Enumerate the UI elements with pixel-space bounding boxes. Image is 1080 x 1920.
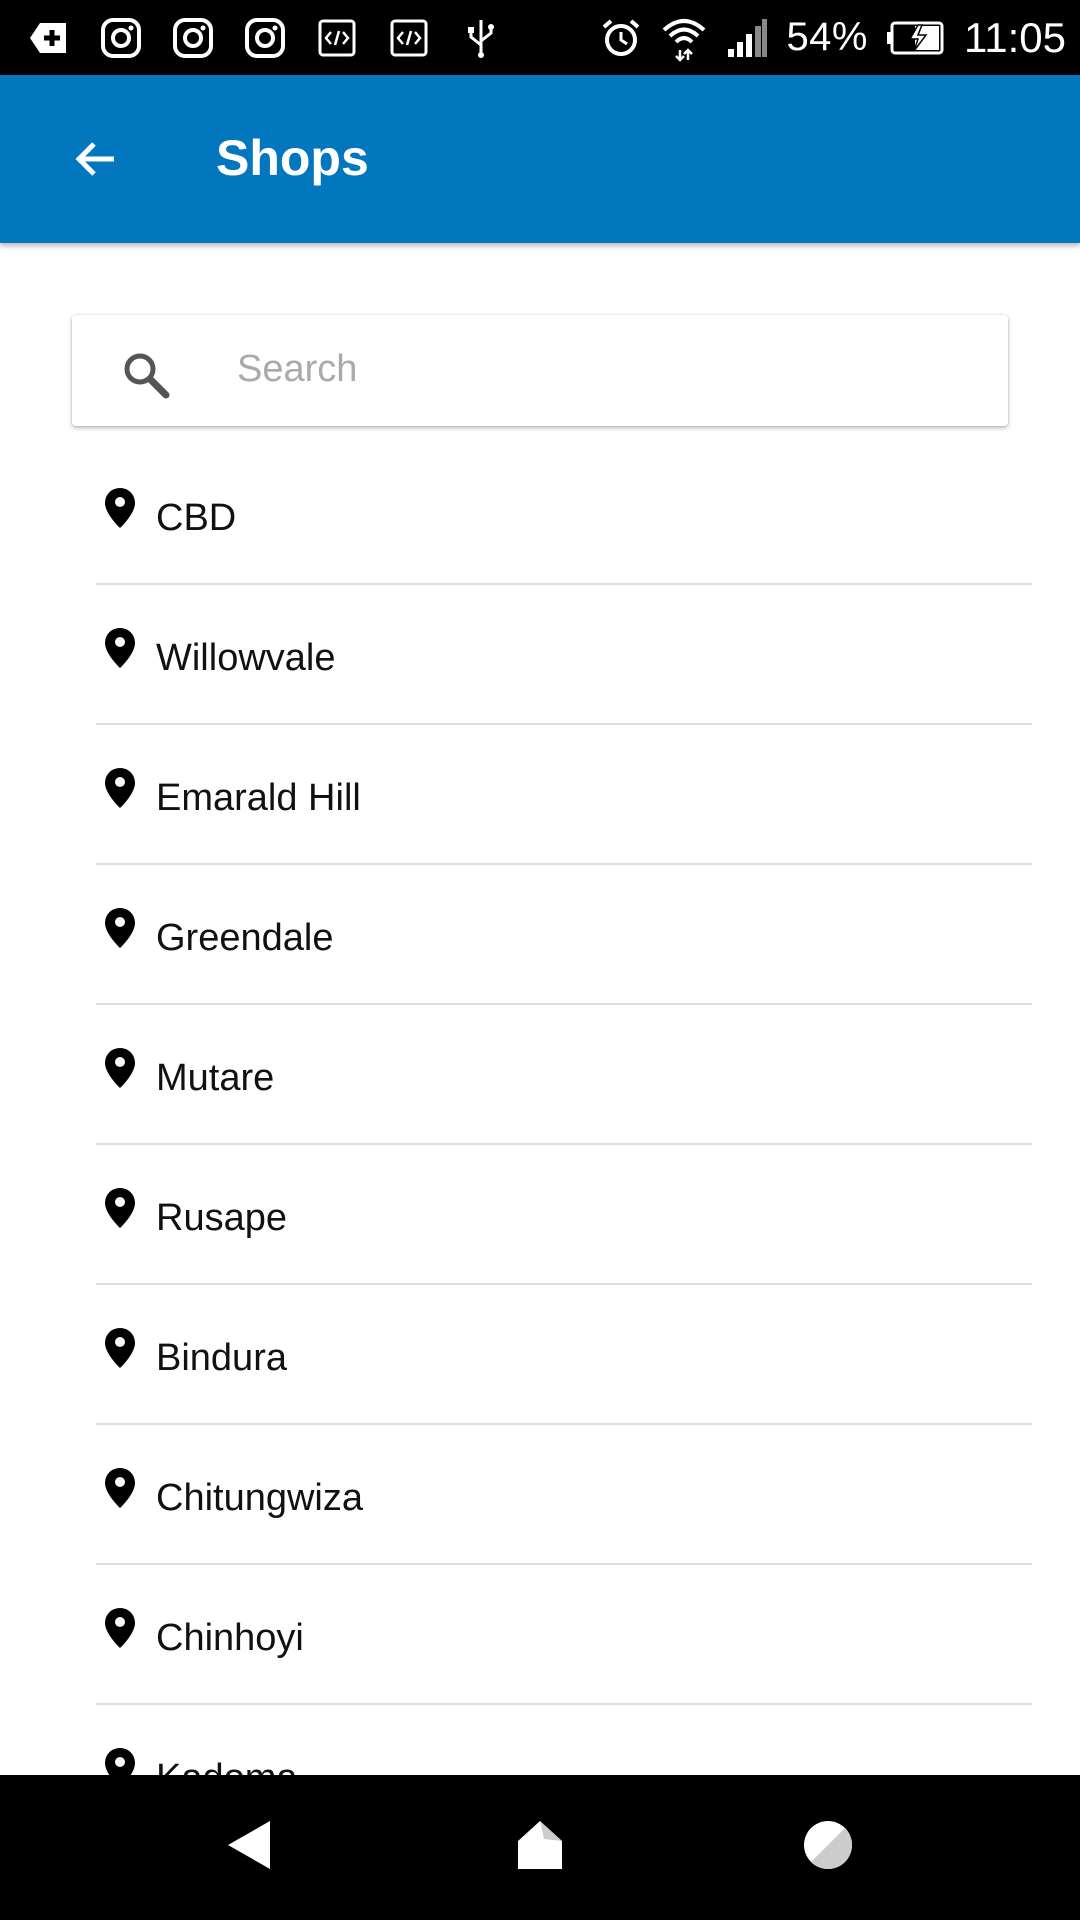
battery-charging-icon — [887, 21, 944, 54]
list-item[interactable]: Mutare — [96, 1005, 1032, 1145]
add-notification-icon — [30, 22, 66, 53]
map-pin-icon — [105, 1048, 135, 1088]
map-pin-icon — [105, 1608, 135, 1648]
instagram-icon — [245, 17, 285, 58]
shop-name: Rusape — [156, 1197, 287, 1239]
search-icon — [124, 353, 170, 399]
instagram-icon — [101, 17, 141, 58]
status-bar: 54% 11:05 — [0, 0, 1080, 75]
list-item[interactable]: CBD — [96, 445, 1032, 585]
list-item[interactable]: Greendale — [96, 865, 1032, 1005]
nav-home-button[interactable] — [500, 1805, 580, 1885]
map-pin-icon — [105, 1188, 135, 1228]
shop-name: Greendale — [156, 917, 334, 959]
shop-name: Willowvale — [156, 637, 336, 679]
home-nav-icon — [518, 1821, 562, 1869]
system-status: 54% 11:05 — [600, 14, 1080, 62]
instagram-icon — [173, 17, 213, 58]
code-icon — [318, 19, 356, 56]
list-item[interactable]: Rusape — [96, 1145, 1032, 1285]
shop-name: Emarald Hill — [156, 777, 361, 819]
map-pin-icon — [105, 908, 135, 948]
wifi-icon — [663, 18, 706, 62]
nav-recents-button[interactable] — [788, 1805, 868, 1885]
list-item[interactable]: Chinhoyi — [96, 1565, 1032, 1705]
shop-list: CBD Willowvale Emarald Hill Greendale Mu… — [96, 445, 1032, 1775]
shop-name: Chinhoyi — [156, 1617, 304, 1659]
navigation-bar — [0, 1775, 1080, 1920]
app-bar: Shops — [0, 75, 1080, 243]
back-button[interactable] — [60, 123, 132, 195]
shop-name: Mutare — [156, 1057, 275, 1099]
nav-back-button[interactable] — [210, 1805, 290, 1885]
usb-icon — [468, 19, 494, 58]
code-icon — [390, 19, 428, 56]
search-input[interactable] — [235, 338, 979, 400]
map-pin-icon — [105, 628, 135, 668]
shop-name: CBD — [156, 497, 237, 539]
list-item[interactable]: Willowvale — [96, 585, 1032, 725]
map-pin-icon — [105, 1748, 135, 1775]
list-item[interactable]: Chitungwiza — [96, 1425, 1032, 1565]
back-nav-icon — [228, 1821, 270, 1869]
page-title: Shops — [216, 130, 369, 186]
map-pin-icon — [105, 1328, 135, 1368]
list-item[interactable]: Emarald Hill — [96, 725, 1032, 865]
map-pin-icon — [105, 768, 135, 808]
alarm-icon — [603, 18, 640, 56]
notification-icons — [0, 17, 502, 59]
map-pin-icon — [105, 1468, 135, 1508]
list-item[interactable]: Bindura — [96, 1285, 1032, 1425]
signal-icon — [728, 18, 768, 57]
recents-nav-icon — [804, 1821, 853, 1870]
shop-name: Kadoma — [156, 1757, 298, 1775]
shop-name: Chitungwiza — [156, 1477, 363, 1519]
list-item[interactable]: Kadoma — [96, 1705, 1032, 1775]
map-pin-icon — [105, 488, 135, 528]
shop-name: Bindura — [156, 1337, 287, 1379]
arrow-left-icon — [75, 142, 114, 176]
battery-percent: 54% — [786, 15, 868, 59]
clock: 11:05 — [964, 13, 1066, 61]
